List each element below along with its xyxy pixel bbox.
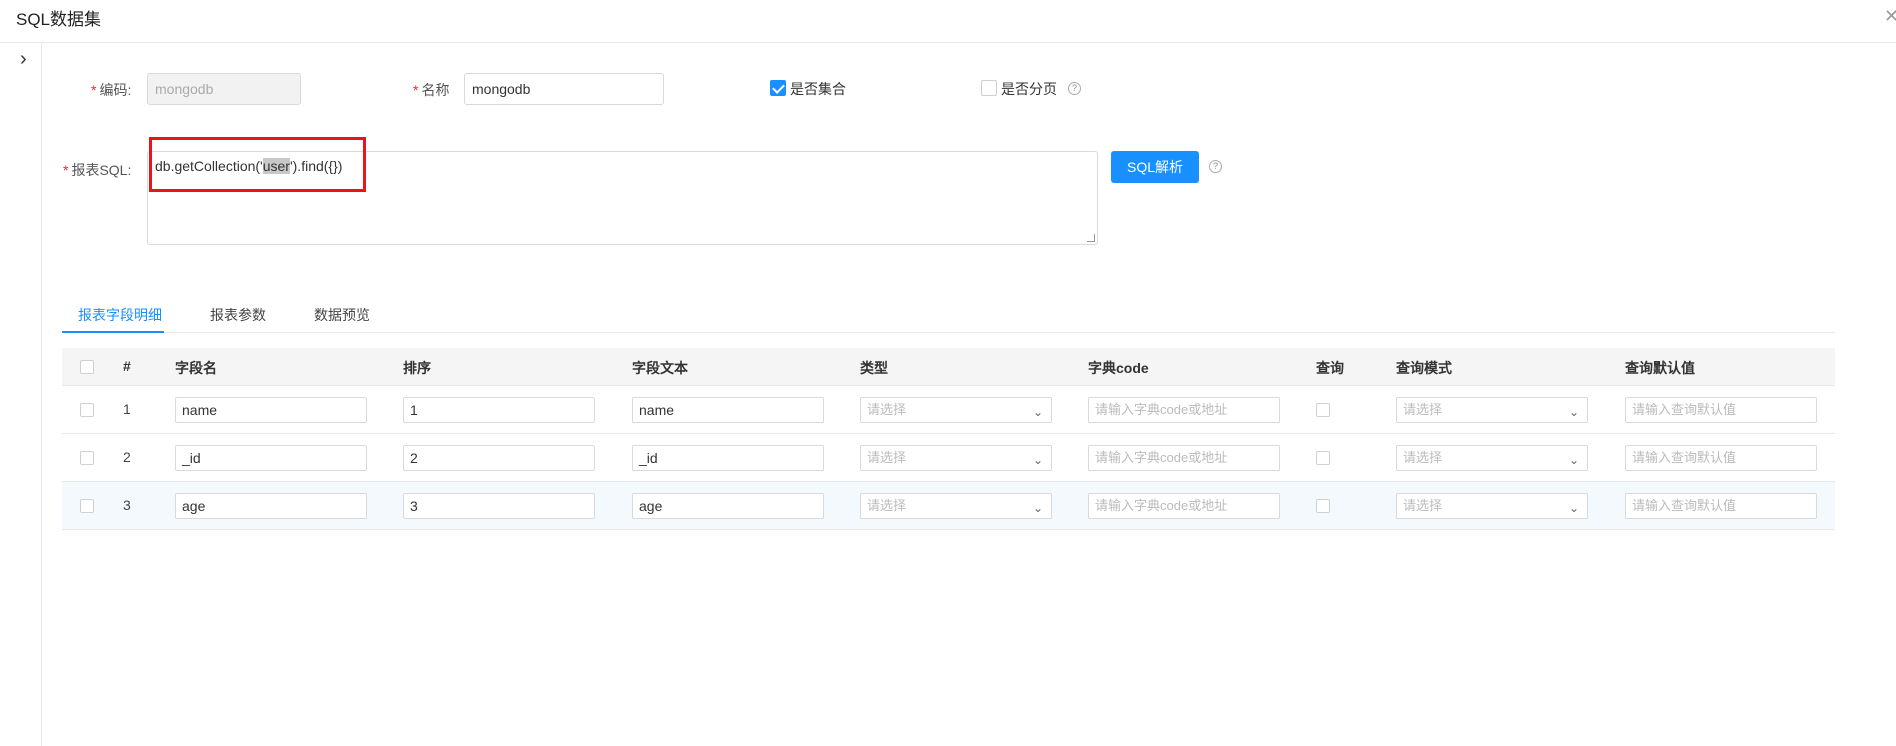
order-input[interactable]: 2 (403, 445, 595, 471)
header-field-name: 字段名 (175, 360, 217, 376)
chevron-down-icon: ⌄ (1568, 453, 1579, 467)
help-icon[interactable]: ? (1068, 82, 1081, 95)
annotation-highlight-box (149, 137, 366, 192)
query-default-input[interactable]: 请输入查询默认值 (1625, 397, 1817, 423)
field-name-input[interactable]: name (175, 397, 367, 423)
header-query-mode: 查询模式 (1396, 360, 1452, 376)
field-text-input[interactable]: name (632, 397, 824, 423)
row-index: 1 (123, 401, 131, 417)
is-collection-label: 是否集合 (790, 81, 846, 97)
sidebar: › (0, 43, 42, 746)
active-tab-indicator (62, 331, 164, 333)
code-input[interactable]: mongodb (147, 73, 301, 105)
tab-report-params[interactable]: 报表参数 (210, 305, 266, 325)
row-index: 3 (123, 497, 131, 513)
is-collection-checkbox[interactable] (770, 80, 786, 96)
query-mode-select[interactable]: 请选择 ⌄ (1396, 445, 1588, 471)
type-select[interactable]: 请选择 ⌄ (860, 397, 1052, 423)
select-all-checkbox[interactable] (80, 360, 94, 374)
header-index: # (123, 358, 131, 374)
tab-data-preview[interactable]: 数据预览 (314, 305, 370, 325)
dialog-header: SQL数据集 ✕ (0, 0, 1896, 43)
query-mode-select[interactable]: 请选择 ⌄ (1396, 397, 1588, 423)
dict-code-input[interactable]: 请输入字典code或地址 (1088, 493, 1280, 519)
field-name-input[interactable]: _id (175, 445, 367, 471)
table-header: # 字段名 排序 字段文本 类型 字典code 查询 查询模式 查询默认值 (62, 348, 1835, 386)
header-query-default: 查询默认值 (1625, 360, 1695, 376)
code-label: * 编码: (91, 82, 132, 98)
field-name-input[interactable]: age (175, 493, 367, 519)
header-dict-code: 字典code (1088, 360, 1149, 376)
dict-code-input[interactable]: 请输入字典code或地址 (1088, 397, 1280, 423)
type-select[interactable]: 请选择 ⌄ (860, 493, 1052, 519)
row-index: 2 (123, 449, 131, 465)
resize-handle-icon[interactable] (1087, 234, 1095, 242)
dialog-title: SQL数据集 (16, 10, 102, 29)
field-text-input[interactable]: age (632, 493, 824, 519)
is-paged-checkbox[interactable] (981, 80, 997, 96)
dict-code-input[interactable]: 请输入字典code或地址 (1088, 445, 1280, 471)
query-mode-select[interactable]: 请选择 ⌄ (1396, 493, 1588, 519)
name-label: * 名称 (413, 82, 450, 98)
order-input[interactable]: 1 (403, 397, 595, 423)
row-checkbox[interactable] (80, 499, 94, 513)
query-checkbox[interactable] (1316, 499, 1330, 513)
query-checkbox[interactable] (1316, 403, 1330, 417)
type-select[interactable]: 请选择 ⌄ (860, 445, 1052, 471)
chevron-down-icon: ⌄ (1568, 405, 1579, 419)
table-row: 1 name 1 name 请选择 ⌄ 请输入字典code或地址 请选择 ⌄ 请输入… (62, 386, 1835, 434)
query-default-input[interactable]: 请输入查询默认值 (1625, 445, 1817, 471)
sql-parse-button[interactable]: SQL解析 (1111, 151, 1199, 183)
header-query: 查询 (1316, 360, 1344, 376)
is-paged-label: 是否分页 (1001, 81, 1057, 97)
tab-field-details[interactable]: 报表字段明细 (78, 305, 162, 325)
table-row: 3 age 3 age 请选择 ⌄ 请输入字典code或地址 请选择 ⌄ 请输入查询… (62, 482, 1835, 530)
name-input[interactable]: mongodb (464, 73, 664, 105)
chevron-down-icon: ⌄ (1032, 405, 1043, 419)
header-order: 排序 (403, 360, 431, 376)
query-checkbox[interactable] (1316, 451, 1330, 465)
field-text-input[interactable]: _id (632, 445, 824, 471)
chevron-down-icon: ⌄ (1032, 501, 1043, 515)
header-type: 类型 (860, 360, 888, 376)
order-input[interactable]: 3 (403, 493, 595, 519)
chevron-right-icon[interactable]: › (20, 48, 27, 71)
close-icon[interactable]: ✕ (1884, 6, 1896, 27)
help-icon[interactable]: ? (1209, 160, 1222, 173)
tab-bar: 报表字段明细 报表参数 数据预览 (62, 300, 1835, 333)
header-field-text: 字段文本 (632, 360, 688, 376)
query-default-input[interactable]: 请输入查询默认值 (1625, 493, 1817, 519)
chevron-down-icon: ⌄ (1032, 453, 1043, 467)
chevron-down-icon: ⌄ (1568, 501, 1579, 515)
table-row: 2 _id 2 _id 请选择 ⌄ 请输入字典code或地址 请选择 ⌄ 请输入查询… (62, 434, 1835, 482)
row-checkbox[interactable] (80, 403, 94, 417)
sql-label: * 报表SQL: (63, 162, 132, 178)
row-checkbox[interactable] (80, 451, 94, 465)
